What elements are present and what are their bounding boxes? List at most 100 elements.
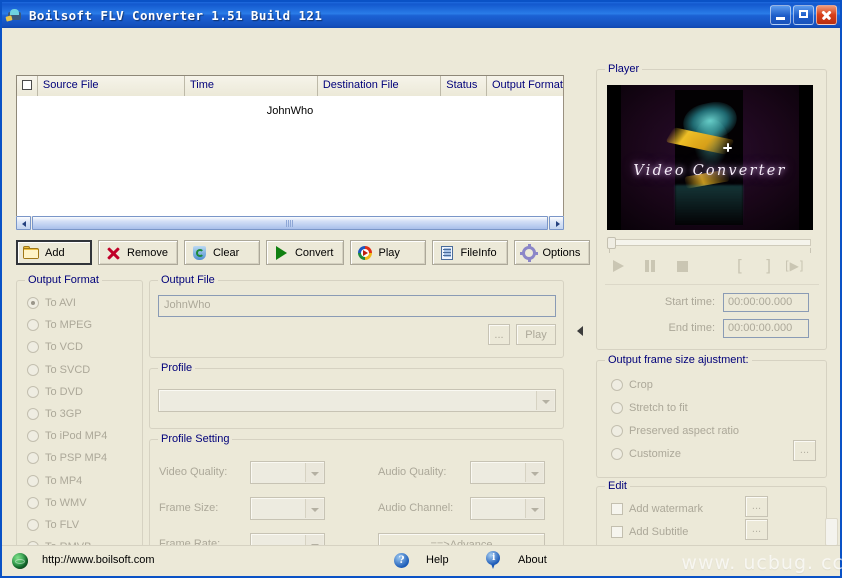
radio-label: To FLV (45, 518, 80, 531)
scrollbar-trough[interactable] (32, 216, 548, 230)
scroll-left-button[interactable] (16, 216, 31, 230)
column-destination-file[interactable]: Destination File (317, 76, 442, 96)
radio-to-vcd[interactable]: To VCD (27, 336, 138, 358)
output-file-input[interactable]: JohnWho (158, 295, 556, 317)
fileinfo-button[interactable]: FileInfo (431, 240, 508, 265)
audio-quality-label: Audio Quality: (378, 466, 447, 478)
file-list-body[interactable]: JohnWho (17, 96, 563, 229)
checkbox-add-subtitle[interactable]: Add Subtitle (611, 520, 826, 543)
column-output-format[interactable]: Output Format (487, 76, 564, 96)
radio-to-wmv[interactable]: To WMV (27, 492, 138, 514)
help-link[interactable]: Help (426, 554, 449, 566)
output-file-play-button[interactable]: Play (516, 324, 556, 345)
output-file-title: Output File (158, 274, 218, 286)
radio-to-mp4[interactable]: To MP4 (27, 470, 138, 492)
radio-icon (27, 518, 39, 531)
player-play-button[interactable] (609, 257, 627, 275)
radio-label: Preserved aspect ratio (629, 424, 740, 437)
scrollbar-thumb[interactable] (32, 216, 548, 230)
seek-track[interactable] (611, 239, 811, 246)
radio-stretch-to-fit[interactable]: Stretch to fit (611, 396, 826, 419)
audio-channel-select[interactable] (470, 497, 545, 520)
maximize-button[interactable] (793, 5, 814, 25)
video-preview[interactable]: Video Converter (607, 85, 813, 230)
remove-button[interactable]: Remove (98, 240, 178, 265)
radio-icon (27, 363, 39, 376)
file-list-header: Source File Time Destination File Status… (17, 76, 564, 96)
customize-browse-button[interactable]: ... (793, 440, 816, 461)
player-stop-button[interactable] (673, 257, 691, 275)
scroll-right-button[interactable] (549, 216, 564, 230)
radio-label: To DVD (45, 385, 83, 398)
player-mark-out-button[interactable]: ] (759, 257, 777, 275)
window-title: Boilsoft FLV Converter 1.51 Build 121 (29, 7, 323, 23)
video-quality-select[interactable] (250, 461, 325, 484)
seek-tick-start (609, 248, 610, 253)
triangle-icon (273, 245, 290, 261)
panel-divider[interactable] (574, 73, 586, 563)
radio-crop[interactable]: Crop (611, 373, 826, 396)
gear-icon (519, 243, 538, 262)
radio-to-avi[interactable]: To AVI (27, 292, 138, 314)
start-time-label: Start time: (664, 296, 715, 308)
radio-preserved-aspect-ratio[interactable]: Preserved aspect ratio (611, 419, 826, 442)
watermark-browse-button[interactable]: ... (745, 496, 768, 517)
right-panel-scroll-handle[interactable] (825, 518, 838, 546)
play-button[interactable]: Play (349, 240, 426, 265)
player-seek-slider[interactable] (607, 236, 813, 253)
subtitle-browse-button[interactable]: ... (745, 519, 768, 540)
player-pause-button[interactable] (641, 257, 659, 275)
file-list[interactable]: Source File Time Destination File Status… (16, 75, 564, 230)
frame-size-select[interactable] (250, 497, 325, 520)
add-button[interactable]: Add (16, 240, 92, 265)
player-preview-button[interactable]: [▶] (785, 257, 804, 275)
radio-label: To PSP MP4 (45, 452, 108, 465)
radio-icon (611, 378, 623, 391)
collapse-left-icon[interactable] (577, 326, 583, 336)
about-link[interactable]: About (518, 554, 547, 566)
radio-to-psp-mp4[interactable]: To PSP MP4 (27, 447, 138, 469)
minimize-button[interactable] (770, 5, 791, 25)
radio-to-flv[interactable]: To FLV (27, 514, 138, 536)
select-all-checkbox[interactable] (17, 76, 38, 96)
profile-select[interactable] (158, 389, 556, 412)
end-time-input[interactable]: 00:00:00.000 (723, 318, 809, 338)
close-button[interactable] (816, 5, 837, 25)
file-list-hscrollbar[interactable] (16, 216, 564, 230)
column-time[interactable]: Time (184, 76, 318, 96)
radio-icon (27, 474, 39, 487)
radio-label: To 3GP (45, 408, 82, 421)
frame-size-adjustment-list: Crop Stretch to fit Preserved aspect rat… (597, 373, 826, 465)
player-mark-in-button[interactable]: [ (731, 257, 749, 275)
radio-to-dvd[interactable]: To DVD (27, 381, 138, 403)
table-row[interactable]: JohnWho (17, 105, 563, 117)
globe-icon (12, 553, 28, 569)
info-icon[interactable]: i (486, 551, 500, 570)
radio-label: To AVI (45, 297, 76, 310)
output-format-list: To AVI To MPEG To VCD To SVCD To DVD To … (27, 292, 138, 558)
radio-label: Stretch to fit (629, 401, 688, 414)
radio-icon (27, 385, 39, 398)
column-status[interactable]: Status (441, 76, 487, 96)
website-link[interactable]: http://www.boilsoft.com (42, 554, 155, 566)
radio-to-svcd[interactable]: To SVCD (27, 359, 138, 381)
audio-quality-select[interactable] (470, 461, 545, 484)
start-time-row: Start time: 00:00:00.000 (605, 292, 809, 312)
output-file-browse-button[interactable]: ... (488, 324, 510, 345)
frame-size-adjustment-title: Output frame size ajustment: (605, 354, 752, 366)
convert-button[interactable]: Convert (265, 240, 344, 265)
checkbox-add-watermark[interactable]: Add watermark (611, 497, 826, 520)
column-source-file[interactable]: Source File (37, 76, 185, 96)
clear-button[interactable]: Clear (183, 240, 260, 265)
question-icon[interactable]: ? (394, 553, 409, 568)
profile-setting-group: Profile Setting Video Quality: Frame Siz… (149, 433, 564, 562)
fileinfo-button-label: FileInfo (460, 246, 497, 259)
radio-icon (27, 430, 39, 443)
start-time-input[interactable]: 00:00:00.000 (723, 292, 809, 312)
chevron-down-icon (525, 463, 543, 482)
radio-to-3gp[interactable]: To 3GP (27, 403, 138, 425)
radio-to-ipod-mp4[interactable]: To iPod MP4 (27, 425, 138, 447)
radio-icon (611, 401, 623, 414)
chevron-down-icon (305, 463, 323, 482)
radio-to-mpeg[interactable]: To MPEG (27, 314, 138, 336)
